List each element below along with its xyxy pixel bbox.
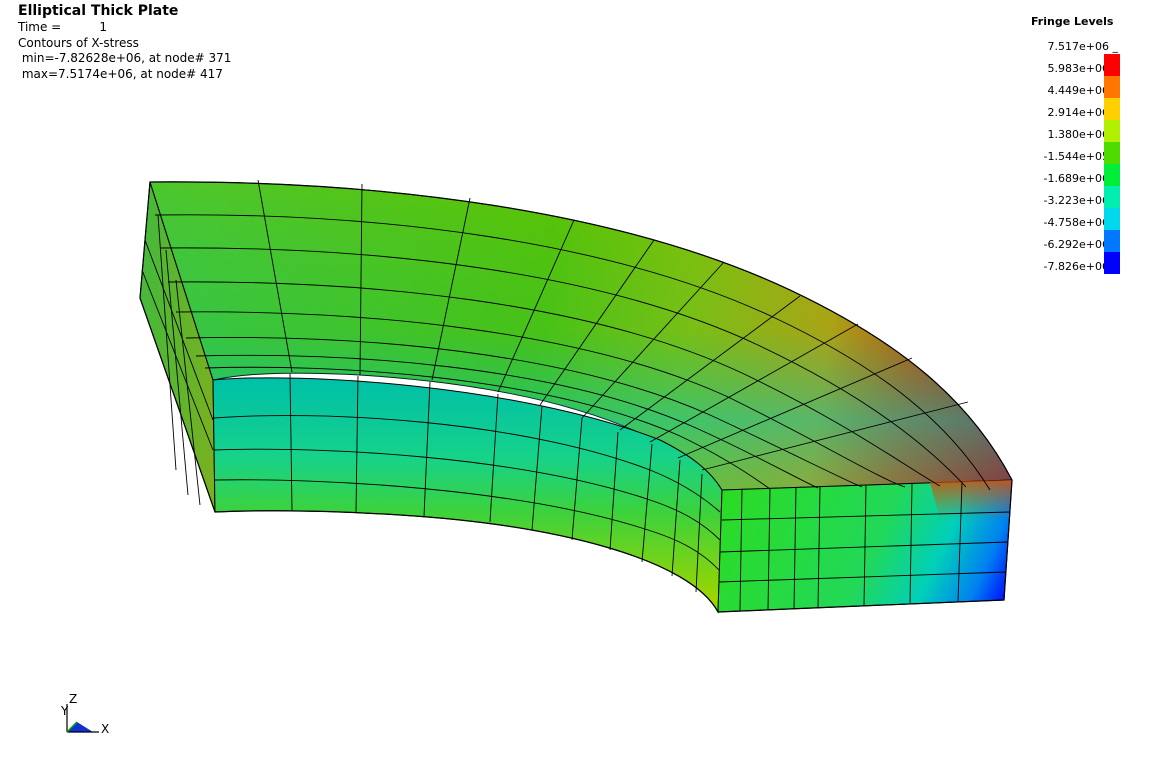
axis-triad: Z Y X	[55, 690, 125, 740]
axis-label-z: Z	[69, 692, 78, 706]
fringe-plot-view[interactable]	[0, 0, 1152, 781]
axis-label-y: Y	[61, 704, 69, 718]
axis-label-x: X	[101, 722, 110, 736]
